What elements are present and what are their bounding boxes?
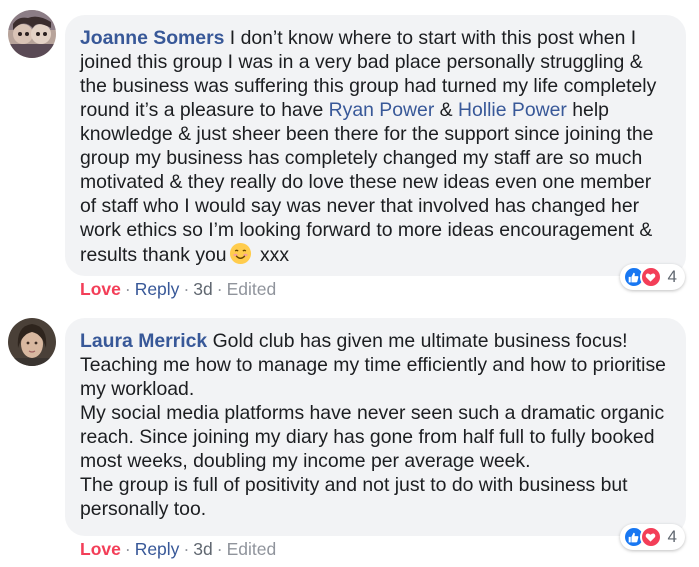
timestamp-link[interactable]: 3d bbox=[193, 279, 212, 299]
love-button[interactable]: Love bbox=[80, 539, 121, 559]
comment-text: xxx bbox=[254, 244, 290, 266]
comment-bubble: Laura Merrick Gold club has given me ult… bbox=[65, 318, 686, 536]
comment-actions: Love · Reply · 3d · Edited bbox=[80, 279, 276, 299]
avatar-photo bbox=[8, 318, 56, 366]
separator: · bbox=[183, 279, 190, 299]
reaction-count: 4 bbox=[667, 267, 677, 286]
comment-bubble: Joanne Somers I don’t know where to star… bbox=[65, 15, 686, 276]
avatar-photo bbox=[8, 10, 56, 58]
avatar[interactable] bbox=[8, 10, 56, 58]
reply-button[interactable]: Reply bbox=[135, 539, 180, 559]
comment-text: The group is full of positivity and not … bbox=[80, 474, 628, 520]
love-icon bbox=[639, 526, 662, 548]
comment-text: My social media platforms have never see… bbox=[80, 402, 665, 472]
reactions-summary[interactable]: 4 bbox=[619, 524, 685, 550]
mention-link[interactable]: Hollie Power bbox=[458, 99, 567, 121]
separator: · bbox=[124, 539, 131, 559]
comment-author[interactable]: Joanne Somers bbox=[80, 27, 224, 49]
love-button[interactable]: Love bbox=[80, 279, 121, 299]
reply-button[interactable]: Reply bbox=[135, 279, 180, 299]
comment-author[interactable]: Laura Merrick bbox=[80, 330, 207, 352]
separator: · bbox=[124, 279, 131, 299]
edited-label[interactable]: Edited bbox=[227, 539, 277, 559]
comment-text: Gold club has given me ultimate business… bbox=[207, 330, 628, 352]
separator: · bbox=[183, 539, 190, 559]
mention-link[interactable]: Ryan Power bbox=[329, 99, 435, 121]
separator: · bbox=[216, 539, 223, 559]
comment-text: & bbox=[434, 99, 458, 121]
comment-actions: Love · Reply · 3d · Edited bbox=[80, 539, 276, 559]
comment-text: Teaching me how to manage my time effici… bbox=[80, 354, 666, 400]
separator: · bbox=[216, 279, 223, 299]
reactions-summary[interactable]: 4 bbox=[619, 264, 685, 290]
love-icon bbox=[639, 266, 662, 288]
reaction-count: 4 bbox=[667, 527, 677, 546]
edited-label[interactable]: Edited bbox=[227, 279, 277, 299]
avatar[interactable] bbox=[8, 318, 56, 366]
comment-text: help knowledge & just sheer been there f… bbox=[80, 99, 654, 266]
timestamp-link[interactable]: 3d bbox=[193, 539, 212, 559]
smiling-face-emoji-icon bbox=[229, 242, 252, 265]
